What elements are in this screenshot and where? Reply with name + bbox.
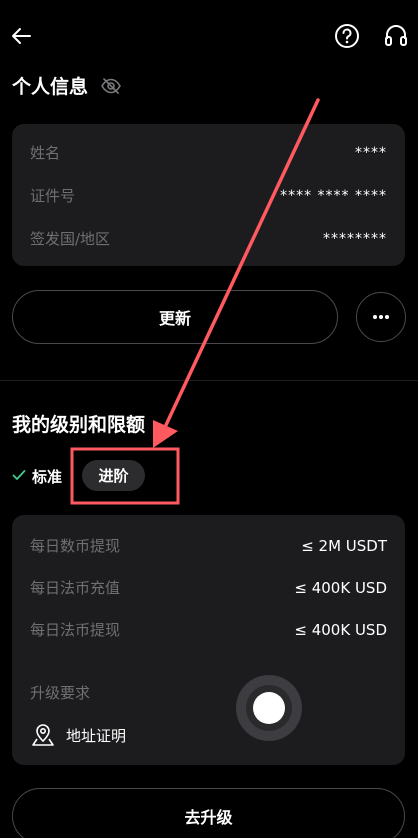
personal-info-card: 姓名 **** 证件号 **** **** **** 签发国/地区 ******… <box>12 124 405 266</box>
personal-info-title: 个人信息 <box>12 76 89 98</box>
requirements-label: 升级要求 <box>30 684 91 702</box>
annotation-arrow-head <box>153 420 178 448</box>
arrow-left-icon <box>12 28 31 44</box>
limit-label: 每日法币提现 <box>30 621 121 639</box>
assistive-ring <box>246 685 292 731</box>
info-row-id-number: 证件号 **** **** **** <box>30 185 387 206</box>
eye-off-icon <box>101 78 121 94</box>
info-row-name: 姓名 **** <box>30 142 387 163</box>
info-label: 证件号 <box>30 187 76 205</box>
more-button[interactable] <box>356 292 406 342</box>
update-button[interactable]: 更新 <box>12 290 338 344</box>
info-label: 姓名 <box>30 144 61 162</box>
limit-row: 每日法币充值 ≤ 400K USD <box>30 577 387 598</box>
check-icon <box>12 470 26 480</box>
back-button[interactable] <box>8 22 36 50</box>
upgrade-button[interactable]: 去升级 <box>12 788 405 838</box>
section-divider <box>0 380 418 381</box>
floating-assistive-button[interactable] <box>236 675 302 741</box>
limit-value: ≤ 400K USD <box>294 620 387 639</box>
requirement-address-proof: 地址证明 <box>66 727 127 745</box>
info-value: **** <box>355 144 387 161</box>
limit-value: ≤ 400K USD <box>294 578 387 597</box>
tier-advanced-tab[interactable]: 进阶 <box>82 460 145 491</box>
info-value: **** **** **** <box>280 187 387 204</box>
limit-label: 每日数币提现 <box>30 537 121 555</box>
map-pin-icon <box>32 724 54 746</box>
visibility-toggle[interactable] <box>100 75 122 97</box>
assistive-core <box>253 692 285 724</box>
info-label: 签发国/地区 <box>30 230 111 248</box>
tier-standard[interactable]: 标准 <box>32 466 62 487</box>
info-row-issuing-country: 签发国/地区 ******** <box>30 228 387 249</box>
limits-title: 我的级别和限额 <box>12 414 146 436</box>
more-horizontal-icon <box>373 315 389 319</box>
top-bar <box>0 0 418 70</box>
headset-icon <box>385 25 407 46</box>
info-value: ******** <box>323 230 387 247</box>
limit-value: ≤ 2M USDT <box>301 536 387 555</box>
support-button[interactable] <box>382 22 410 50</box>
limit-row: 每日数币提现 ≤ 2M USDT <box>30 535 387 556</box>
limit-label: 每日法币充值 <box>30 579 121 597</box>
help-button[interactable] <box>333 22 361 50</box>
question-circle-icon <box>335 24 359 48</box>
limit-row: 每日法币提现 ≤ 400K USD <box>30 619 387 640</box>
